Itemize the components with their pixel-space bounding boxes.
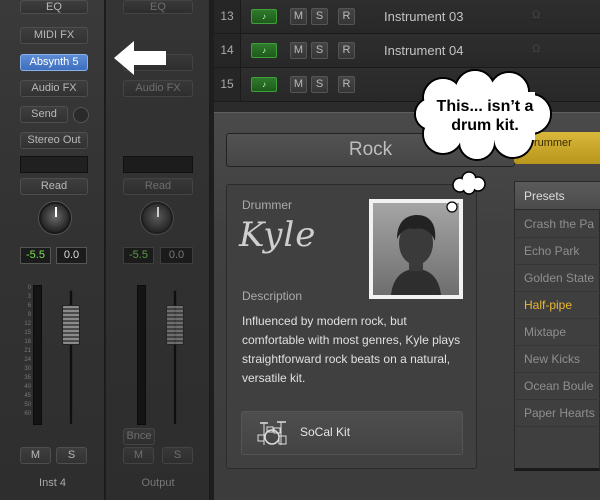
presets-panel: Presets Crash the Pa Echo Park Golden St… — [514, 181, 600, 471]
region-icon[interactable]: ♪ — [251, 9, 277, 24]
pan-knob[interactable] — [39, 202, 71, 234]
meter-scale-tick: 0 — [27, 285, 31, 291]
track-row[interactable]: 13 ♪ M S R Instrument 03 Ω — [214, 0, 600, 34]
track-number: 13 — [214, 0, 241, 33]
track-name[interactable]: Instrument 04 — [384, 34, 464, 67]
volume-value: 0.0 — [160, 247, 193, 264]
audio-fx-slot[interactable]: Audio FX — [20, 80, 88, 97]
channel-name[interactable]: Output — [106, 477, 210, 489]
preset-item[interactable]: Crash the Pa — [515, 211, 600, 238]
midi-fx-slot[interactable]: MIDI FX — [20, 27, 88, 44]
meter-scale-tick: 18 — [24, 339, 31, 345]
preset-item[interactable]: New Kicks — [515, 346, 600, 373]
meter-scale-tick: 50 — [24, 402, 31, 408]
headphones-icon[interactable]: Ω — [532, 9, 540, 21]
output-slot[interactable]: Stereo Out — [20, 132, 88, 149]
instrument-slot[interactable]: Absynth 5 — [20, 54, 88, 71]
solo-button[interactable]: S — [56, 447, 87, 464]
track-row[interactable]: 14 ♪ M S R Instrument 04 Ω — [214, 34, 600, 68]
eq-button[interactable]: EQ — [123, 0, 193, 14]
meter-scale-tick: 15 — [24, 330, 31, 336]
track-mute-button[interactable]: M — [290, 42, 307, 59]
headphones-icon[interactable]: Ω — [532, 43, 540, 55]
channel-strip-inst4: EQ MIDI FX Absynth 5 Audio FX Send Stere… — [0, 0, 105, 500]
level-meter — [33, 285, 42, 425]
track-solo-button[interactable]: S — [311, 8, 328, 25]
mute-button[interactable]: M — [123, 447, 154, 464]
meter-scale-tick: 30 — [24, 366, 31, 372]
thought-bubble-small — [452, 171, 486, 195]
track-record-button[interactable]: R — [338, 8, 355, 25]
eq-button[interactable]: EQ — [20, 0, 88, 14]
meter-scale-tick: 12 — [24, 321, 31, 327]
channel-name[interactable]: Inst 4 — [0, 477, 105, 489]
description-label: Description — [242, 289, 303, 303]
callout-text: This... isn’t a drum kit. — [436, 98, 534, 134]
meter-scale-tick: 24 — [24, 357, 31, 363]
preset-item[interactable]: Ocean Boule — [515, 373, 600, 400]
mute-button[interactable]: M — [20, 447, 51, 464]
solo-button[interactable]: S — [162, 447, 193, 464]
send-level-knob[interactable] — [73, 107, 89, 123]
preset-item[interactable]: Mixtape — [515, 319, 600, 346]
drum-kit-icon — [257, 421, 287, 445]
meter-scale-tick: 35 — [24, 375, 31, 381]
kit-button[interactable]: SoCal Kit — [241, 411, 463, 455]
automation-mode-button[interactable]: Read — [20, 178, 88, 195]
track-record-button[interactable]: R — [338, 42, 355, 59]
drummer-name: Kyle — [239, 215, 317, 255]
track-mute-button[interactable]: M — [290, 76, 307, 93]
meter-scale-tick: 21 — [24, 348, 31, 354]
meter-scale-tick: 6 — [27, 303, 31, 309]
meter-scale: 0 3 6 9 12 15 18 21 24 30 35 40 45 50 60 — [17, 285, 31, 420]
track-record-button[interactable]: R — [338, 76, 355, 93]
send-slot[interactable]: Send — [20, 106, 68, 123]
pan-value: -5.5 — [20, 247, 51, 264]
pan-knob[interactable] — [141, 202, 173, 234]
volume-fader[interactable] — [62, 305, 80, 345]
group-slot[interactable] — [123, 156, 193, 173]
drummer-portrait[interactable] — [369, 199, 463, 299]
track-name[interactable]: Instrument 03 — [384, 0, 464, 33]
level-meter — [137, 285, 146, 425]
volume-value: 0.0 — [56, 247, 87, 264]
drummer-card: Drummer Kyle Description Influenced by m… — [226, 184, 477, 469]
preset-item[interactable]: Paper Hearts — [515, 400, 600, 427]
presets-header: Presets — [515, 182, 600, 210]
pan-value: -5.5 — [123, 247, 154, 264]
drummer-editor: Rock Drummer Kyle Description Influenced… — [214, 112, 600, 500]
group-slot[interactable] — [20, 156, 88, 173]
region-icon[interactable]: ♪ — [251, 77, 277, 92]
drummer-label: Drummer — [242, 198, 292, 212]
track-number: 15 — [214, 68, 241, 101]
preset-item[interactable]: Golden State — [515, 265, 600, 292]
bounce-button[interactable]: Bnce — [123, 428, 155, 445]
preset-item[interactable]: Echo Park — [515, 238, 600, 265]
meter-scale-tick: 45 — [24, 393, 31, 399]
audio-fx-slot[interactable]: Audio FX — [123, 80, 193, 97]
person-silhouette-icon — [391, 215, 441, 295]
meter-scale-tick: 9 — [27, 312, 31, 318]
volume-fader[interactable] — [166, 305, 184, 345]
thought-bubble-tiny — [446, 201, 458, 213]
region-icon[interactable]: ♪ — [251, 43, 277, 58]
track-solo-button[interactable]: S — [311, 76, 328, 93]
arrow-left-icon — [114, 41, 166, 75]
meter-scale-tick: 40 — [24, 384, 31, 390]
kit-name: SoCal Kit — [300, 425, 351, 439]
automation-mode-button[interactable]: Read — [123, 178, 193, 195]
channel-strip-output: EQ Audio FX Read -5.5 0.0 Bnce M S Outpu… — [106, 0, 210, 500]
meter-scale-tick: 3 — [27, 294, 31, 300]
track-mute-button[interactable]: M — [290, 8, 307, 25]
drummer-description: Influenced by modern rock, but comfortab… — [242, 314, 461, 385]
track-solo-button[interactable]: S — [311, 42, 328, 59]
preset-item-selected[interactable]: Half-pipe — [515, 292, 600, 319]
track-number: 14 — [214, 34, 241, 67]
meter-scale-tick: 60 — [24, 411, 31, 417]
